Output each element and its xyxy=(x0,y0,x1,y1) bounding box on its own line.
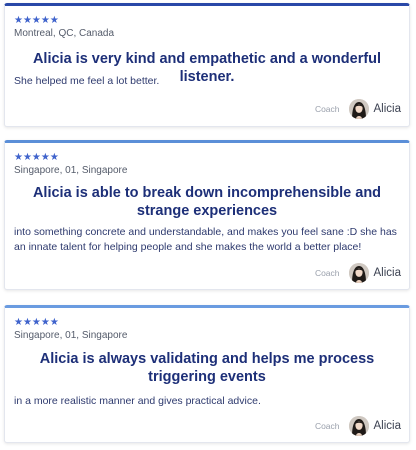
star-rating: ★★★★★ xyxy=(14,15,59,26)
review-headline: Alicia is able to break down incomprehen… xyxy=(32,185,382,219)
coach-label: Coach xyxy=(314,421,340,431)
review-body: into something concrete and understandab… xyxy=(14,226,397,253)
coach-label: Coach xyxy=(314,104,340,114)
coach-info[interactable]: Coach Alicia xyxy=(315,261,401,285)
review-headline: Alicia is always validating and helps me… xyxy=(39,351,375,385)
coach-avatar[interactable] xyxy=(348,99,369,119)
avatar-photo-icon xyxy=(348,99,369,119)
star-rating: ★★★★★ xyxy=(14,317,59,328)
coach-avatar[interactable] xyxy=(348,263,369,283)
star-rating: ★★★★★ xyxy=(14,152,59,163)
coach-info[interactable]: Coach Alicia xyxy=(315,414,401,438)
coach-name[interactable]: Alicia xyxy=(374,103,401,115)
coach-info[interactable]: Coach Alicia xyxy=(315,97,401,121)
reviewer-location: Montreal, QC, Canada xyxy=(14,28,115,39)
review-card: ★★★★★ Singapore, 01, Singapore Alicia is… xyxy=(4,305,410,443)
reviewer-location: Singapore, 01, Singapore xyxy=(14,165,128,176)
coach-avatar[interactable] xyxy=(348,416,369,436)
reviewer-location: Singapore, 01, Singapore xyxy=(14,330,128,341)
reviews-list: ★★★★★ Montreal, QC, Canada Alicia is ver… xyxy=(0,0,416,450)
avatar-photo-icon xyxy=(348,416,369,436)
coach-name[interactable]: Alicia xyxy=(374,267,401,279)
coach-label: Coach xyxy=(314,268,340,278)
review-card: ★★★★★ Montreal, QC, Canada Alicia is ver… xyxy=(4,3,410,127)
avatar-photo-icon xyxy=(348,263,369,283)
review-body: She helped me feel a lot better. xyxy=(14,75,160,87)
review-card: ★★★★★ Singapore, 01, Singapore Alicia is… xyxy=(4,140,410,290)
review-body: in a more realistic manner and gives pra… xyxy=(14,395,261,407)
coach-name[interactable]: Alicia xyxy=(374,420,401,432)
